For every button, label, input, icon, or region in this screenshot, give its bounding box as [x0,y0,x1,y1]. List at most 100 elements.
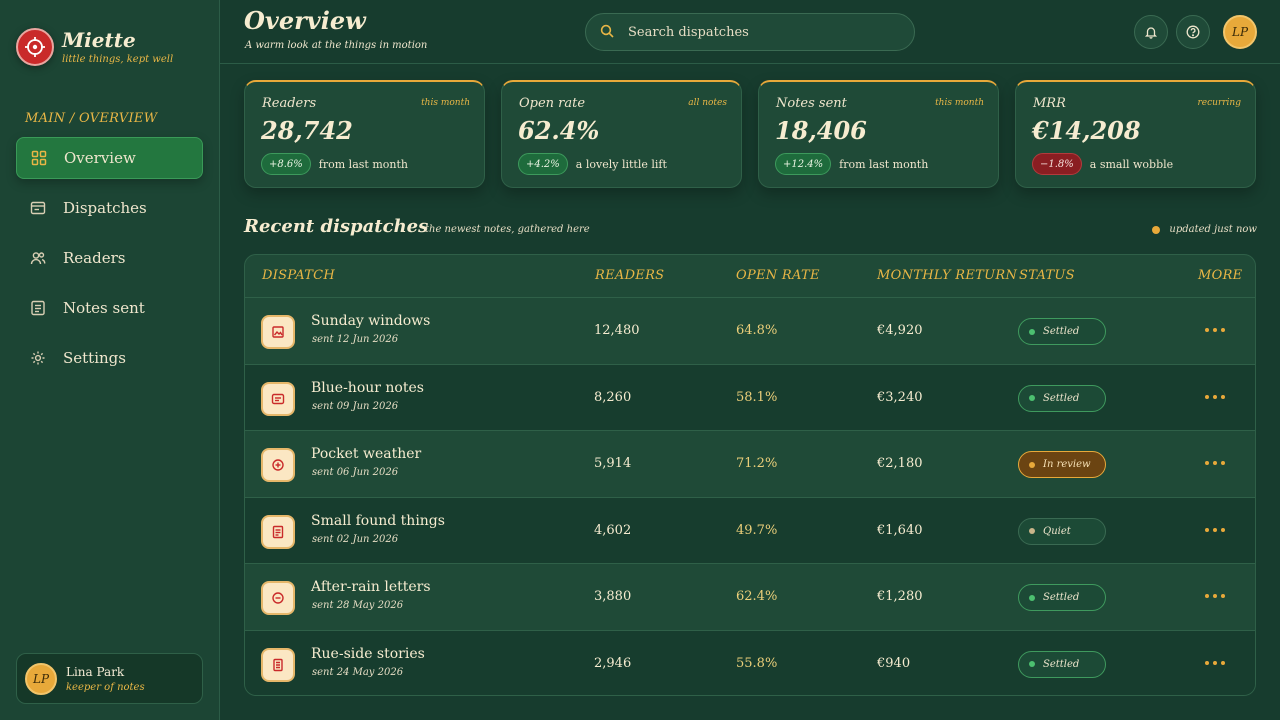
header-avatar[interactable]: LP [1223,15,1257,49]
sidebar-item-label: Settings [63,349,126,367]
dispatch-date: sent 06 Jun 2026 [312,467,399,478]
dispatch-date: sent 12 Jun 2026 [312,334,399,345]
table-row[interactable]: Sunday windows sent 12 Jun 2026 12,480 6… [245,298,1255,365]
dispatch-date: sent 28 May 2026 [312,600,404,611]
plus-circle-icon [261,448,295,482]
more-options-icon[interactable] [1205,387,1225,407]
stat-label: Notes sent [776,96,847,111]
dispatch-name[interactable]: Small found things [311,513,445,529]
page-title: Overview [244,6,366,35]
stat-label: Readers [262,96,317,111]
sidebar-item-notes-sent[interactable]: Notes sent [16,287,203,329]
stat-delta-badge: −1.8% [1032,153,1082,175]
status-label: Settled [1043,326,1080,337]
column-header-status[interactable]: STATUS [1019,268,1075,283]
stat-card-readers: Readers this month 28,742 +8.6% from las… [244,80,485,188]
stat-value: 18,406 [775,116,867,145]
status-badge: In review [1018,451,1106,478]
sidebar-item-label: Overview [64,149,136,167]
stat-card-mrr: MRR recurring €14,208 −1.8% a small wobb… [1015,80,1256,188]
dispatch-name[interactable]: After-rain letters [311,579,431,595]
table-row[interactable]: Pocket weather sent 06 Jun 2026 5,914 71… [245,431,1255,498]
dispatch-name[interactable]: Blue-hour notes [311,380,424,396]
stat-delta-badge: +4.2% [518,153,568,175]
section-title: Recent dispatches [244,216,429,237]
section-subtitle: the newest notes, gathered here [425,224,590,235]
monthly-return-cell: €3,240 [877,389,923,405]
dispatch-name[interactable]: Rue-side stories [311,646,425,662]
open-rate-cell: 71.2% [736,456,778,471]
sidebar-item-label: Notes sent [63,299,145,317]
user-role: keeper of notes [66,681,145,693]
dispatch-name[interactable]: Pocket weather [311,446,421,462]
user-card[interactable]: LP Lina Park keeper of notes [16,653,203,704]
stat-value: €14,208 [1032,116,1141,145]
dispatch-name[interactable]: Sunday windows [311,313,430,329]
more-options-icon[interactable] [1205,453,1225,473]
table-row[interactable]: After-rain letters sent 28 May 2026 3,88… [245,564,1255,631]
table-header: DISPATCH READERS OPEN RATE MONTHLY RETUR… [245,255,1255,298]
notifications-button[interactable] [1134,15,1168,49]
search-input[interactable] [628,24,888,40]
stat-note: from last month [839,157,929,171]
stat-value: 28,742 [261,116,353,145]
dispatch-date: sent 02 Jun 2026 [312,533,399,545]
status-label: Settled [1043,592,1080,603]
status-label: Settled [1043,392,1080,404]
sidebar-item-settings[interactable]: Settings [16,337,203,379]
image-icon [261,315,295,349]
column-header-dispatch[interactable]: DISPATCH [262,268,335,283]
column-header-open-rate[interactable]: OPEN RATE [736,268,820,283]
minus-circle-icon [261,581,295,615]
gear-icon [30,350,46,366]
readers-cell: 3,880 [594,589,632,604]
table-row[interactable]: Rue-side stories sent 24 May 2026 2,946 … [245,630,1255,695]
readers-cell: 5,914 [594,456,632,471]
bell-icon [1144,27,1158,39]
monthly-return-cell: €2,180 [877,456,923,471]
note-icon [30,300,46,316]
status-badge: Settled [1018,584,1106,611]
table-row[interactable]: Small found things sent 02 Jun 2026 4,60… [245,497,1255,564]
brand[interactable]: Miette little things, kept well [16,28,173,66]
update-status-label: updated just now [1169,224,1257,235]
users-icon [30,250,46,266]
column-header-readers[interactable]: READERS [595,268,664,283]
dispatch-date: sent 09 Jun 2026 [312,400,399,412]
stat-note: from last month [318,157,408,171]
sidebar-item-readers[interactable]: Readers [16,237,203,279]
status-label: Quiet [1043,525,1071,537]
monthly-return-cell: €1,640 [877,522,923,538]
more-options-icon[interactable] [1205,653,1225,673]
stat-period: all notes [688,98,727,108]
help-button[interactable] [1176,15,1210,49]
header: Overview A warm look at the things in mo… [220,0,1280,64]
more-options-icon[interactable] [1205,320,1225,340]
stat-card-notes-sent: Notes sent this month 18,406 +12.4% from… [758,80,999,188]
update-status: updated just now [1152,224,1257,235]
sidebar-item-label: Dispatches [63,199,147,217]
search-bar[interactable] [585,13,915,51]
stat-period: this month [421,98,470,108]
user-name: Lina Park [66,664,125,679]
sidebar-item-overview[interactable]: Overview [16,137,203,179]
dispatches-table: DISPATCH READERS OPEN RATE MONTHLY RETUR… [244,254,1256,696]
stat-label: Open rate [519,96,586,111]
stat-period: this month [935,98,984,108]
document-icon [261,514,295,549]
open-rate-cell: 49.7% [736,522,778,538]
sidebar-item-label: Readers [63,249,126,267]
stat-label: MRR [1033,96,1066,111]
status-dot-icon [1152,225,1161,234]
brand-name: Miette [62,27,136,52]
column-header-monthly-return[interactable]: MONTHLY RETURN [877,268,1017,283]
stat-delta-badge: +12.4% [775,153,832,175]
status-badge: Settled [1018,384,1106,412]
more-options-icon[interactable] [1205,586,1225,606]
sidebar-item-dispatches[interactable]: Dispatches [16,187,203,229]
table-row[interactable]: Blue-hour notes sent 09 Jun 2026 8,260 5… [245,364,1255,431]
sidebar-nav: Overview Dispatches Readers Notes sent S… [16,137,203,387]
status-badge: Quiet [1018,517,1106,545]
help-icon [1186,25,1200,39]
more-options-icon[interactable] [1205,520,1225,540]
